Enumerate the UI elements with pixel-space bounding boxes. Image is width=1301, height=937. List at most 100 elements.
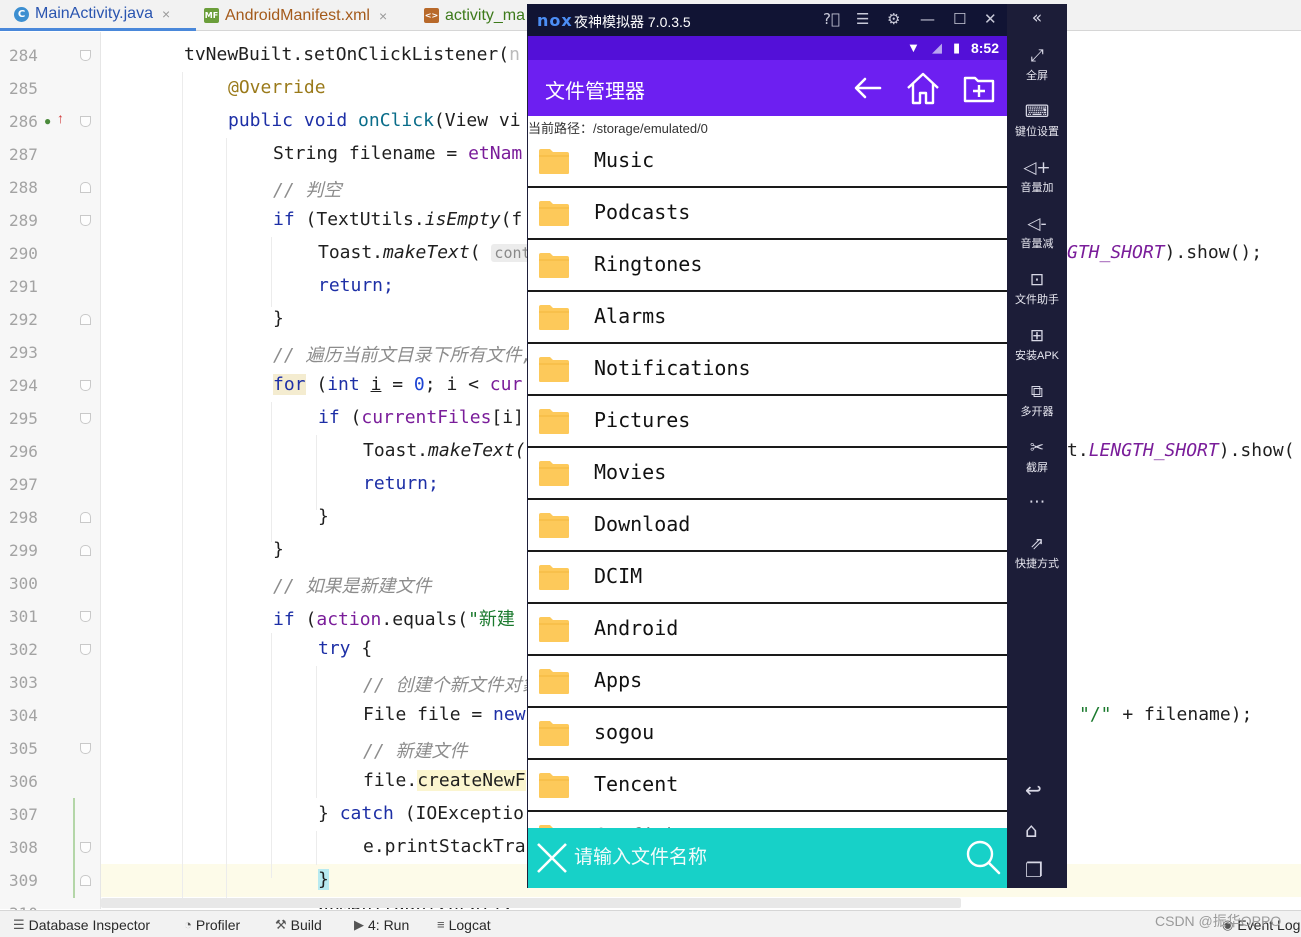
sidebar-item-screenshot[interactable]: ✂ 截屏 <box>1007 438 1067 475</box>
code-line-308: e.printStackTra <box>363 836 526 857</box>
fold-marker-icon[interactable] <box>80 743 91 754</box>
app-toolbar: 文件管理器 <box>528 60 1007 116</box>
line-number: 288 <box>9 178 38 197</box>
file-list-item[interactable]: Apps <box>528 656 1007 708</box>
override-marker-icon[interactable]: ● <box>44 114 51 128</box>
fold-marker-icon[interactable] <box>80 644 91 655</box>
fold-marker-icon[interactable] <box>80 413 91 424</box>
file-list-item[interactable]: sogou <box>528 708 1007 760</box>
file-name: Alarms <box>594 304 667 328</box>
fold-marker-icon[interactable] <box>80 611 91 622</box>
fold-marker-icon[interactable] <box>80 545 91 556</box>
settings-icon[interactable]: ⚙ <box>887 10 900 28</box>
file-list-item[interactable]: Ringtones <box>528 240 1007 292</box>
sidebar-item-keyboard[interactable]: ⌨ 键位设置 <box>1007 102 1067 139</box>
folder-icon <box>539 773 569 798</box>
sidebar-item-shortcut[interactable]: ⇗ 快捷方式 <box>1007 534 1067 571</box>
code-line-303: // 创建个新文件对象 <box>363 675 540 696</box>
close-icon[interactable]: × <box>162 6 170 22</box>
file-list-item[interactable]: DCIM <box>528 552 1007 604</box>
file-list-item[interactable]: Download <box>528 500 1007 552</box>
fold-marker-icon[interactable] <box>80 875 91 886</box>
tab-main-activity[interactable]: C MainActivity.java × <box>0 0 196 31</box>
line-number: 289 <box>9 211 38 230</box>
fold-marker-icon[interactable] <box>80 314 91 325</box>
tool-database-inspector[interactable]: ☰ Database Inspector <box>13 911 150 937</box>
minimize-icon[interactable]: — <box>920 10 935 28</box>
file-list-item[interactable]: Tencent <box>528 760 1007 812</box>
file-list-item[interactable]: Notifications <box>528 344 1007 396</box>
folder-icon <box>539 149 569 174</box>
file-assistant-icon: ⊡ <box>1029 270 1045 290</box>
multi-instance-icon: ⧉ <box>1030 382 1044 402</box>
fold-marker-icon[interactable] <box>80 842 91 853</box>
file-name-input[interactable] <box>574 842 954 872</box>
sidebar-more[interactable]: ⋯ <box>1007 492 1067 512</box>
line-number: 309 <box>9 871 38 890</box>
sidebar-item-fullscreen[interactable]: ⤢ 全屏 <box>1007 46 1067 83</box>
code-line-305: // 新建文件 <box>363 741 468 762</box>
tool-profiler[interactable]: ◔ Profiler <box>184 911 240 937</box>
close-icon[interactable]: × <box>379 8 387 24</box>
arrow-left-icon <box>854 77 882 99</box>
fold-marker-icon[interactable] <box>80 380 91 391</box>
layout-icon: <> <box>424 8 439 23</box>
vcs-change-marker <box>73 798 75 898</box>
menu-icon[interactable]: ☰ <box>856 10 869 28</box>
line-number: 291 <box>9 277 38 296</box>
sidebar-item-file-assistant[interactable]: ⊡ 文件助手 <box>1007 270 1067 307</box>
current-path: 当前路径：/storage/emulated/0 <box>528 121 708 136</box>
sidebar-collapse[interactable]: « <box>1007 8 1067 28</box>
sidebar-item-install-apk[interactable]: ⊞ 安装APK <box>1007 326 1067 363</box>
fold-marker-icon[interactable] <box>80 116 91 127</box>
line-number: 298 <box>9 508 38 527</box>
recents-icon[interactable]: ❐ <box>1025 858 1043 882</box>
back-arrow-button[interactable] <box>850 70 886 106</box>
file-list-item[interactable]: Podcasts <box>528 188 1007 240</box>
tool-logcat[interactable]: ≡ Logcat <box>437 911 491 937</box>
file-list-item[interactable]: Alarms <box>528 292 1007 344</box>
code-line-285: @Override <box>228 77 326 98</box>
search-icon <box>966 840 1001 875</box>
line-number: 307 <box>9 805 38 824</box>
file-name: Music <box>594 148 655 172</box>
back-icon[interactable]: ↩ <box>1025 778 1042 802</box>
file-list-item[interactable]: Music <box>528 136 1007 188</box>
clear-search-button[interactable] <box>534 840 570 876</box>
fold-marker-icon[interactable] <box>80 50 91 61</box>
file-name: Podcasts <box>594 200 691 224</box>
code-line-302: try { <box>318 638 373 659</box>
sidebar-item-volume-down[interactable]: ◁- 音量减 <box>1007 214 1067 251</box>
search-button[interactable] <box>964 838 1002 876</box>
file-list-item[interactable]: Movies <box>528 448 1007 500</box>
arrow-up-icon[interactable]: ↑ <box>57 110 64 126</box>
line-number: 303 <box>9 673 38 692</box>
line-number: 299 <box>9 541 38 560</box>
maximize-icon[interactable]: ☐ <box>953 10 966 28</box>
horizontal-scrollbar[interactable] <box>101 898 961 908</box>
code-line-294: for (int i = 0; i < cur <box>273 374 523 395</box>
profiler-icon: ◔ <box>184 917 192 932</box>
fold-marker-icon[interactable] <box>80 215 91 226</box>
home-icon[interactable]: ⌂ <box>1025 818 1038 842</box>
fold-marker-icon[interactable] <box>80 512 91 523</box>
file-name: Pictures <box>594 408 691 432</box>
file-list-item[interactable]: Pictures <box>528 396 1007 448</box>
close-icon[interactable]: ✕ <box>984 10 997 28</box>
battery-icon: ▮ <box>953 40 961 55</box>
code-line-289: if (TextUtils.isEmpty(f <box>273 209 523 230</box>
tool-build[interactable]: ⚒ Build <box>275 911 322 937</box>
help-icon[interactable]: ?⃝ <box>823 10 840 28</box>
android-status-bar: ▼ ◢ ▮ 8:52 <box>528 36 1007 60</box>
sidebar-item-volume-up[interactable]: ◁+ 音量加 <box>1007 158 1067 195</box>
new-folder-button[interactable] <box>961 70 997 106</box>
tab-activity-layout[interactable]: <> activity_ma <box>410 0 530 31</box>
sidebar-item-multi-instance[interactable]: ⧉ 多开器 <box>1007 382 1067 419</box>
tab-android-manifest[interactable]: MF AndroidManifest.xml × <box>190 0 418 31</box>
emulator-titlebar: nox 夜神模拟器 7.0.3.5 ?⃝ ☰ ⚙ — ☐ ✕ <box>527 4 1007 36</box>
file-list-item[interactable]: Android <box>528 604 1007 656</box>
home-button[interactable] <box>905 70 941 106</box>
tool-run[interactable]: ▶ 4: Run <box>354 911 409 937</box>
line-number: 290 <box>9 244 38 263</box>
fold-marker-icon[interactable] <box>80 182 91 193</box>
